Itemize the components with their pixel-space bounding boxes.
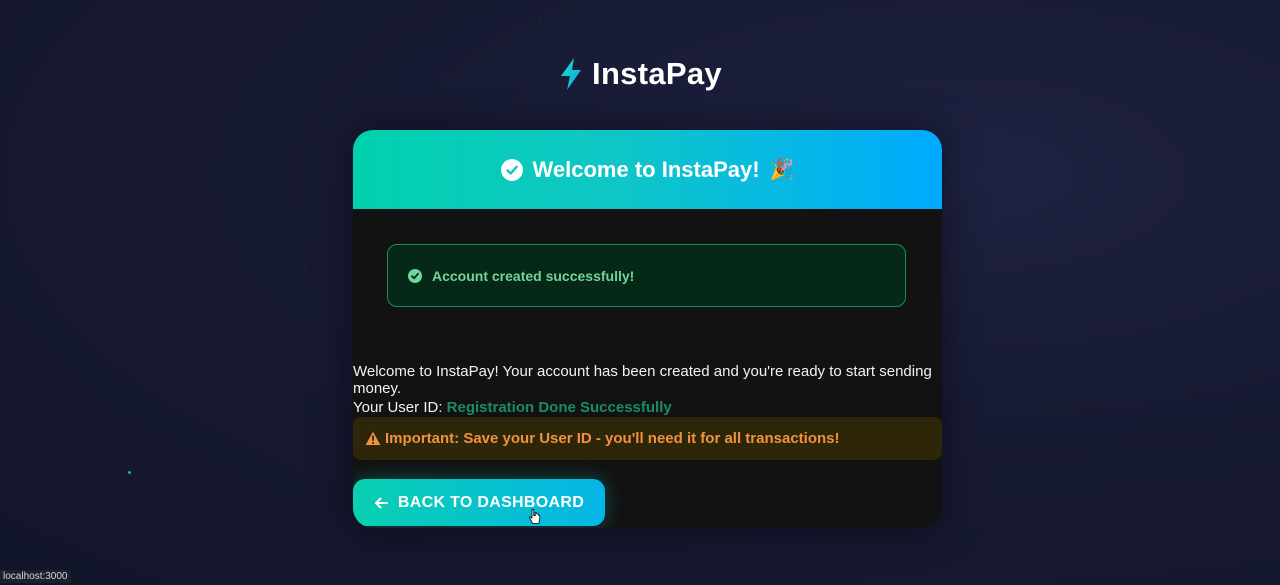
brand-logo: InstaPay	[0, 56, 1280, 92]
lightning-bolt-icon	[561, 58, 582, 90]
back-button-label: BACK TO DASHBOARD	[397, 493, 585, 511]
success-alert: Account created successfully!	[387, 244, 906, 307]
status-bar-url: localhost:3000	[0, 570, 71, 583]
background-particle	[540, 17, 542, 19]
warning-icon	[365, 431, 381, 445]
success-message: Account created successfully!	[432, 267, 635, 284]
check-circle-icon	[408, 268, 422, 283]
party-popper-icon: 🎉	[769, 159, 795, 181]
card-title: Welcome to InstaPay!	[532, 156, 760, 182]
user-id-value: Registration Done Successfully	[446, 399, 672, 416]
arrow-left-icon	[374, 497, 388, 508]
welcome-message: Welcome to InstaPay! Your account has be…	[353, 363, 932, 397]
warning-message: Important: Save your User ID - you'll ne…	[385, 430, 840, 447]
card-header: Welcome to InstaPay! 🎉	[353, 130, 942, 209]
check-circle-icon	[500, 158, 523, 181]
brand-name: InstaPay	[592, 56, 722, 91]
hand-cursor-icon	[529, 509, 541, 524]
back-to-dashboard-button[interactable]: BACK TO DASHBOARD	[353, 479, 605, 526]
welcome-card: Welcome to InstaPay! 🎉 Account created s…	[353, 130, 942, 528]
background-particle	[128, 471, 131, 474]
user-id-line: Your User ID: Registration Done Successf…	[353, 399, 672, 416]
warning-alert: Important: Save your User ID - you'll ne…	[353, 417, 942, 460]
user-id-label: Your User ID:	[353, 399, 443, 416]
